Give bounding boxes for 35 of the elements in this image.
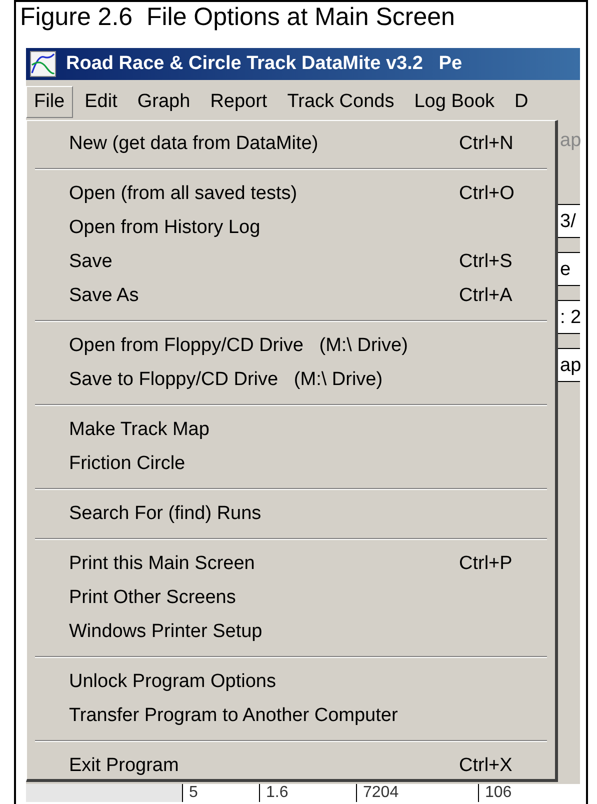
table-cell: 106 bbox=[478, 784, 580, 802]
menu-item[interactable]: Save Ctrl+S bbox=[27, 245, 555, 279]
menu-bar-item[interactable]: Report bbox=[202, 86, 276, 118]
menu-bar-item[interactable]: File bbox=[26, 86, 73, 118]
menu-bar-item[interactable]: Graph bbox=[129, 86, 198, 118]
input-field[interactable]: : 2 bbox=[556, 300, 580, 334]
menu-item[interactable]: Unlock Program Options bbox=[27, 665, 555, 699]
menu-item[interactable]: Windows Printer Setup bbox=[27, 615, 555, 649]
menu-item[interactable]: Save As Ctrl+A bbox=[27, 279, 555, 313]
menu-item[interactable]: Friction Circle bbox=[27, 447, 555, 481]
menu-item[interactable]: Exit Program Ctrl+X bbox=[27, 749, 555, 783]
menu-bar-item[interactable]: Edit bbox=[76, 86, 126, 118]
menu-item[interactable]: New (get data from DataMite) Ctrl+N bbox=[27, 127, 555, 161]
menu-item[interactable]: Save to Floppy/CD Drive (M:\ Drive) bbox=[27, 363, 555, 397]
input-field[interactable]: e bbox=[556, 252, 580, 286]
menu-item[interactable]: Transfer Program to Another Computer bbox=[27, 699, 555, 733]
menu-item[interactable]: Make Track Map bbox=[27, 413, 555, 447]
window-title: Road Race & Circle Track DataMite v3.2 Pe bbox=[66, 53, 462, 75]
table-cell: 1.6 bbox=[259, 784, 356, 802]
menu-bar-item[interactable]: Track Conds bbox=[279, 86, 402, 118]
menu-item[interactable]: Print Other Screens bbox=[27, 581, 555, 615]
menu-item[interactable]: Open from Floppy/CD Drive (M:\ Drive) bbox=[27, 329, 555, 363]
menu-item[interactable]: Open (from all saved tests) Ctrl+O bbox=[27, 177, 555, 211]
figure-caption: Figure 2.6 File Options at Main Screen bbox=[19, 2, 456, 32]
input-field[interactable]: ap bbox=[556, 348, 580, 382]
menu-bar-item[interactable]: Log Book bbox=[406, 86, 503, 118]
menu-item[interactable]: Print this Main Screen Ctrl+P bbox=[27, 547, 555, 581]
field-label: ap bbox=[559, 130, 580, 153]
table-cell: 5 bbox=[182, 784, 259, 802]
menu-item[interactable]: Open from History Log bbox=[27, 211, 555, 245]
table-cell: 7204 bbox=[356, 784, 478, 802]
menu-bar-item[interactable]: D bbox=[506, 86, 536, 118]
input-field[interactable]: 3/ bbox=[556, 204, 580, 238]
graph-curve-icon bbox=[30, 51, 56, 77]
menu-item[interactable]: Search For (find) Runs bbox=[27, 497, 555, 531]
